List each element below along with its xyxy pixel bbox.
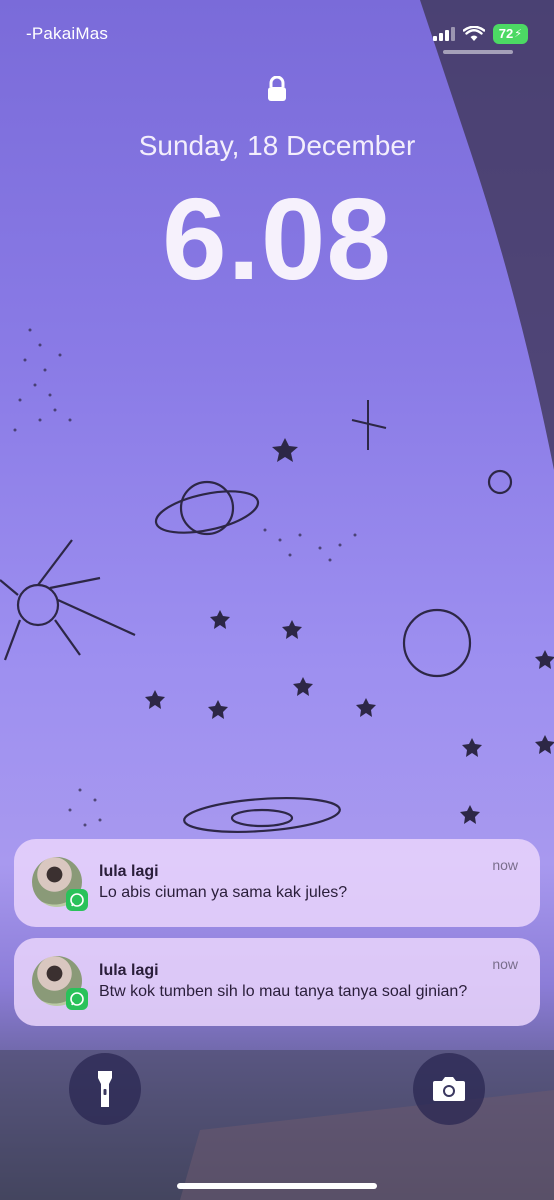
status-bar: -PakaiMas 72 ⚡	[0, 22, 554, 46]
notification-card[interactable]: lula lagi Lo abis ciuman ya sama kak jul…	[14, 839, 540, 927]
whatsapp-icon	[66, 988, 88, 1010]
cross-star	[351, 400, 387, 450]
home-indicator[interactable]	[177, 1183, 377, 1189]
dot-clusters	[13, 328, 357, 827]
lock-date: Sunday, 18 December	[138, 130, 416, 161]
notification-sender: lula lagi	[99, 962, 159, 979]
charging-icon: ⚡	[514, 28, 522, 40]
notification-sender: lula lagi	[99, 863, 159, 880]
lock-time: 6.08	[162, 174, 392, 304]
status-icons: 72 ⚡	[432, 24, 528, 44]
carrier-label: -PakaiMas	[26, 24, 109, 43]
battery-level: 72	[498, 26, 514, 41]
wifi-icon	[462, 26, 485, 41]
signal-icon	[432, 27, 455, 41]
stars	[145, 438, 554, 824]
notification-time: now	[492, 956, 518, 972]
lock-icon	[268, 76, 286, 101]
notification-time: now	[492, 857, 518, 873]
top-grabber	[443, 50, 513, 54]
camera-icon	[433, 1077, 465, 1101]
notification-card[interactable]: lula lagi Btw kok tumben sih lo mau tany…	[14, 938, 540, 1026]
camera-button[interactable]	[413, 1053, 485, 1125]
flashlight-button[interactable]	[69, 1053, 141, 1125]
battery-indicator: 72 ⚡	[492, 24, 528, 44]
doodles	[0, 469, 513, 833]
flashlight-icon	[98, 1071, 112, 1107]
notification-message: Lo abis ciuman ya sama kak jules?	[99, 884, 348, 901]
notification-message: Btw kok tumben sih lo mau tanya tanya so…	[99, 983, 468, 1000]
whatsapp-icon	[66, 889, 88, 911]
